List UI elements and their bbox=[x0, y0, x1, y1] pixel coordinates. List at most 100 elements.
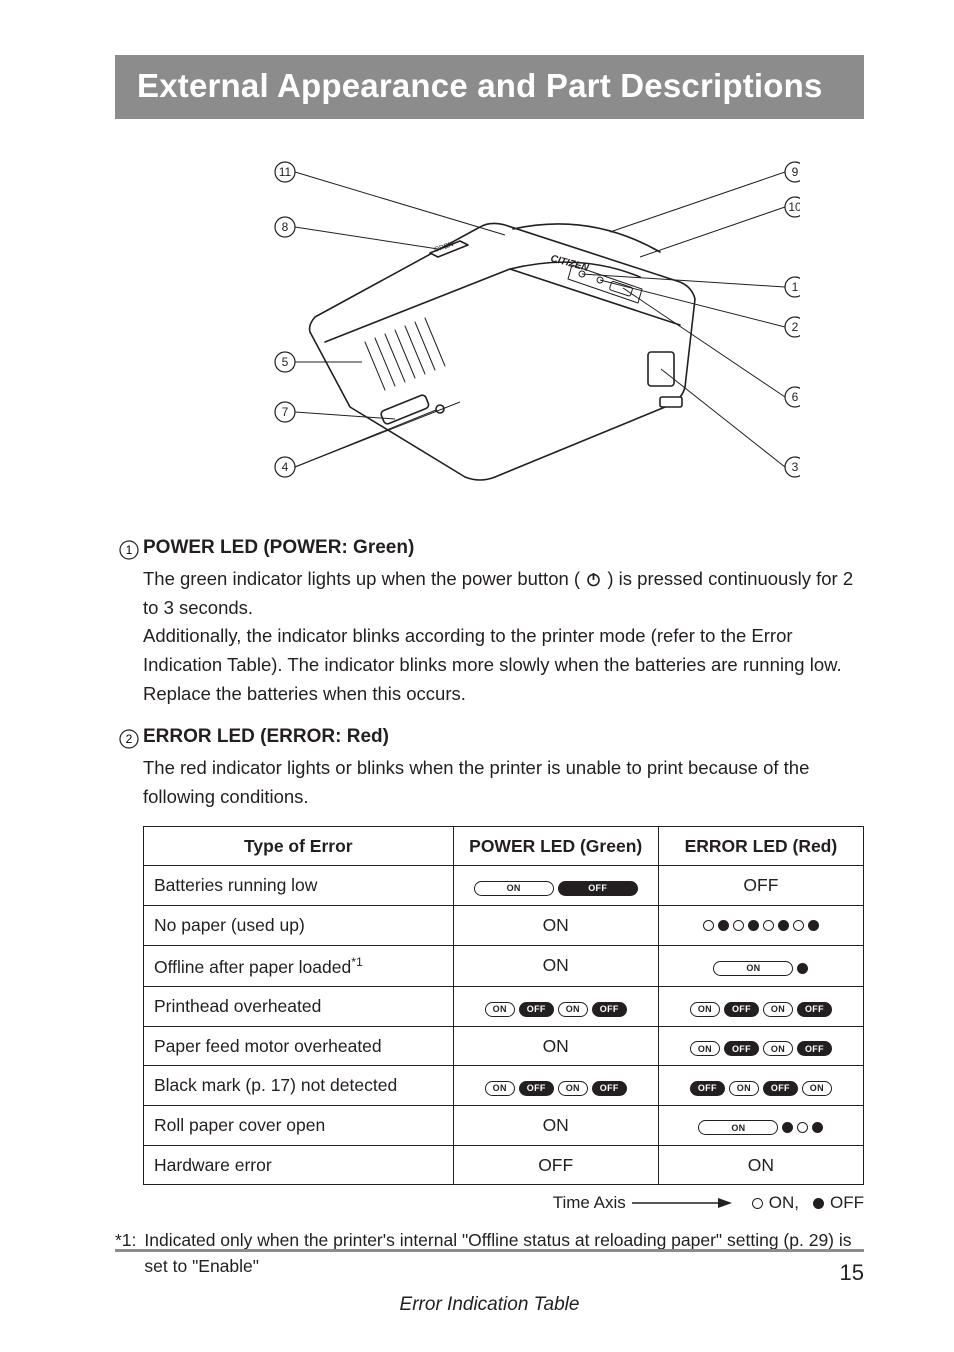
callout-10: 10 bbox=[785, 197, 800, 217]
table-cell bbox=[658, 905, 863, 945]
state-pill-off: OFF bbox=[763, 1081, 798, 1096]
state-pill-off: OFF bbox=[592, 1081, 627, 1096]
legend-dot-on-icon bbox=[752, 1198, 763, 1209]
table-cell: ON OFF ON OFF bbox=[658, 987, 863, 1027]
state-pill-on: ON bbox=[729, 1081, 759, 1096]
th-power: POWER LED (Green) bbox=[453, 826, 658, 866]
table-cell: ONOFF bbox=[453, 866, 658, 906]
state-pill-off: OFF bbox=[724, 1041, 759, 1056]
state-pill-off: OFF bbox=[592, 1002, 627, 1017]
section-1-heading: POWER LED (POWER: Green) bbox=[143, 537, 864, 559]
table-row: Offline after paper loaded*1ONON bbox=[144, 945, 864, 986]
state-pill-off: OFF bbox=[519, 1081, 554, 1096]
th-error: ERROR LED (Red) bbox=[658, 826, 863, 866]
th-type: Type of Error bbox=[144, 826, 454, 866]
state-dot-on bbox=[733, 920, 744, 931]
state-pill-on: ON bbox=[558, 1081, 588, 1096]
state-dot-off bbox=[797, 963, 808, 974]
section-1-para2: Additionally, the indicator blinks accor… bbox=[143, 625, 842, 703]
table-cell: ON bbox=[658, 1145, 863, 1185]
svg-text:3: 3 bbox=[791, 460, 798, 474]
callout-9: 9 bbox=[785, 162, 800, 182]
state-pill-on: ON bbox=[690, 1041, 720, 1056]
state-dot-off bbox=[718, 920, 729, 931]
table-row: Batteries running lowONOFFOFF bbox=[144, 866, 864, 906]
table-cell: ON bbox=[453, 1105, 658, 1145]
state-pill-on: ON bbox=[698, 1120, 778, 1135]
page-number: 15 bbox=[840, 1260, 864, 1286]
error-indication-table-wrap: Type of Error POWER LED (Green) ERROR LE… bbox=[143, 826, 864, 1213]
footnote-ref: *1 bbox=[351, 955, 363, 969]
table-cell: ON bbox=[658, 945, 863, 986]
svg-text:11: 11 bbox=[278, 165, 291, 179]
svg-text:8: 8 bbox=[281, 220, 288, 234]
table-cell-type: Batteries running low bbox=[144, 866, 454, 906]
state-dot-on bbox=[763, 920, 774, 931]
power-icon bbox=[585, 571, 602, 588]
footnote: *1: Indicated only when the printer's in… bbox=[115, 1227, 864, 1280]
table-cell-type: Black mark (p. 17) not detected bbox=[144, 1066, 454, 1106]
table-cell: ON OFF ON OFF bbox=[453, 987, 658, 1027]
table-cell: ON bbox=[658, 1105, 863, 1145]
state-pill-on: ON bbox=[763, 1002, 793, 1017]
legend-off: OFF bbox=[830, 1193, 864, 1213]
state-pill-off: OFF bbox=[797, 1041, 832, 1056]
svg-text:5: 5 bbox=[281, 355, 288, 369]
state-pill-on: ON bbox=[690, 1002, 720, 1017]
state-pill-off: OFF bbox=[797, 1002, 832, 1017]
footer-rule bbox=[115, 1249, 864, 1252]
table-row: Paper feed motor overheated ONON OFF ON OFF bbox=[144, 1026, 864, 1066]
callout-6: 6 bbox=[785, 387, 800, 407]
state-dot-on bbox=[797, 1122, 808, 1133]
svg-text:2: 2 bbox=[126, 732, 133, 746]
state-dot-off bbox=[782, 1122, 793, 1133]
circled-number-2-icon: 2 bbox=[115, 728, 143, 750]
table-cell: OFF bbox=[658, 866, 863, 906]
table-cell-type: Offline after paper loaded*1 bbox=[144, 945, 454, 986]
table-caption: Error Indication Table bbox=[115, 1294, 864, 1316]
state-dot-off bbox=[808, 920, 819, 931]
table-cell: ON OFF ON OFF bbox=[658, 1026, 863, 1066]
table-row: No paper (used up)ON bbox=[144, 905, 864, 945]
legend-on: ON, bbox=[769, 1193, 799, 1213]
svg-text:1: 1 bbox=[791, 280, 798, 294]
svg-text:10: 10 bbox=[788, 200, 800, 214]
state-dot-off bbox=[812, 1122, 823, 1133]
footnote-text: Indicated only when the printer's intern… bbox=[144, 1227, 864, 1280]
state-pill-on: ON bbox=[763, 1041, 793, 1056]
svg-text:7: 7 bbox=[281, 405, 288, 419]
state-pill-off: OFF bbox=[519, 1002, 554, 1017]
page-title-band: External Appearance and Part Description… bbox=[115, 55, 864, 119]
table-cell-type: No paper (used up) bbox=[144, 905, 454, 945]
footnote-mark: *1: bbox=[115, 1227, 136, 1280]
state-pill-off: OFF bbox=[558, 881, 638, 896]
state-dot-off bbox=[778, 920, 789, 931]
table-cell: OFFONOFFON bbox=[658, 1066, 863, 1106]
error-indication-table: Type of Error POWER LED (Green) ERROR LE… bbox=[143, 826, 864, 1185]
callout-2: 2 bbox=[785, 317, 800, 337]
state-pill-off: OFF bbox=[690, 1081, 725, 1096]
callout-5: 5 bbox=[275, 352, 295, 372]
table-cell-type: Printhead overheated bbox=[144, 987, 454, 1027]
section-2-heading: ERROR LED (ERROR: Red) bbox=[143, 726, 864, 748]
state-pill-on: ON bbox=[485, 1002, 515, 1017]
callout-11: 11 bbox=[275, 162, 295, 182]
table-cell-type: Paper feed motor overheated bbox=[144, 1026, 454, 1066]
table-row: Roll paper cover openONON bbox=[144, 1105, 864, 1145]
section-power-led: 1 POWER LED (POWER: Green) The green ind… bbox=[115, 537, 864, 708]
section-1-text: The green indicator lights up when the p… bbox=[143, 565, 864, 708]
callout-8: 8 bbox=[275, 217, 295, 237]
state-dot-on bbox=[703, 920, 714, 931]
state-pill-off: OFF bbox=[724, 1002, 759, 1017]
table-cell-type: Roll paper cover open bbox=[144, 1105, 454, 1145]
state-pill-on: ON bbox=[558, 1002, 588, 1017]
page-title: External Appearance and Part Description… bbox=[137, 67, 823, 104]
svg-text:4: 4 bbox=[281, 460, 288, 474]
table-row: Printhead overheated ON OFF ON OFF ON OFF ON OFF bbox=[144, 987, 864, 1027]
table-row: Hardware errorOFFON bbox=[144, 1145, 864, 1185]
section-1-para1a: The green indicator lights up when the p… bbox=[143, 568, 585, 589]
arrow-right-icon bbox=[632, 1196, 732, 1210]
state-pill-on: ON bbox=[485, 1081, 515, 1096]
printer-diagram: CITIZEN OPEN bbox=[180, 157, 800, 502]
time-axis-label: Time Axis bbox=[553, 1193, 626, 1213]
